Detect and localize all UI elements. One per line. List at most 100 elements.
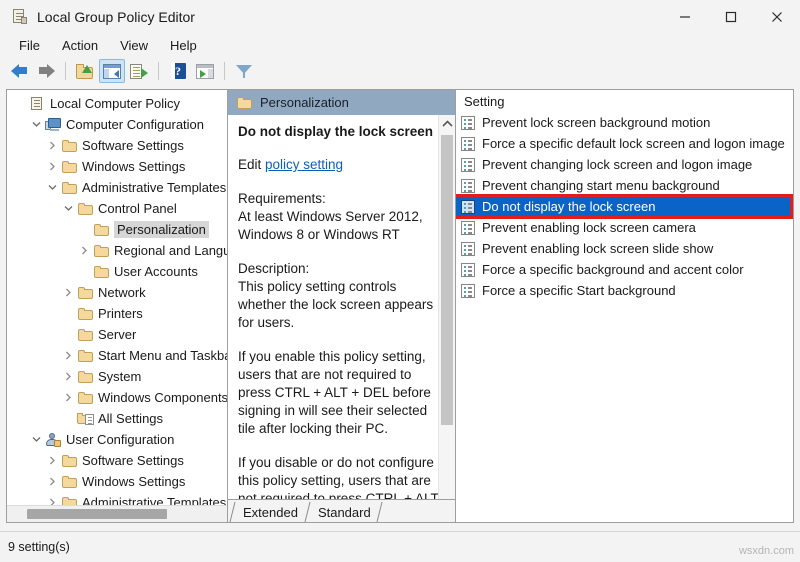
setting-row[interactable]: Prevent lock screen background motion: [456, 112, 793, 133]
tab-standard[interactable]: Standard: [306, 502, 380, 522]
forward-button[interactable]: [33, 59, 59, 83]
folder-icon: [60, 454, 78, 467]
menu-view[interactable]: View: [109, 36, 159, 55]
chevron-up-icon[interactable]: [439, 115, 455, 133]
show-hide-action-pane-button[interactable]: [192, 59, 218, 83]
tree-item-windows-components[interactable]: Windows Components: [7, 387, 227, 408]
setting-row-label: Prevent enabling lock screen camera: [482, 220, 696, 235]
tree-item-system[interactable]: System: [7, 366, 227, 387]
tree-item-computer-configuration[interactable]: Computer Configuration: [7, 114, 227, 135]
window-controls: [662, 0, 800, 33]
menu-file[interactable]: File: [8, 36, 51, 55]
tree-item-personalization[interactable]: Personalization: [7, 219, 227, 240]
tree-item-start-menu-and-taskbar[interactable]: Start Menu and Taskbar: [7, 345, 227, 366]
chevron-right-icon[interactable]: [45, 471, 60, 492]
chevron-down-icon[interactable]: [29, 429, 44, 450]
chevron-right-icon[interactable]: [61, 345, 76, 366]
setting-row[interactable]: Prevent changing start menu background: [456, 175, 793, 196]
chevron-down-icon[interactable]: [61, 198, 76, 219]
tree-item-network[interactable]: Network: [7, 282, 227, 303]
filter-button[interactable]: [231, 59, 257, 83]
settings-rows: Prevent lock screen background motion For…: [456, 112, 793, 301]
tree-item-all-settings[interactable]: All Settings: [7, 408, 227, 429]
chevron-down-icon[interactable]: [29, 114, 44, 135]
policy-setting-link[interactable]: policy setting: [265, 157, 343, 172]
setting-row-label: Prevent lock screen background motion: [482, 115, 711, 130]
scrollbar-thumb[interactable]: [441, 135, 453, 425]
requirements-label: Requirements:: [238, 191, 326, 206]
chevron-right-icon[interactable]: [61, 387, 76, 408]
menu-help[interactable]: Help: [159, 36, 208, 55]
folder-icon: [76, 286, 94, 299]
policy-setting-icon: [461, 241, 475, 256]
policy-document-icon: [11, 8, 28, 25]
chevron-right-icon[interactable]: [61, 282, 76, 303]
show-hide-console-tree-button[interactable]: [99, 59, 125, 83]
tree-item-server[interactable]: Server: [7, 324, 227, 345]
description-paragraph-1: This policy setting controls whether the…: [238, 279, 434, 330]
tree-item-software-settings[interactable]: Software Settings: [7, 135, 227, 156]
back-button[interactable]: [6, 59, 32, 83]
tree-item-windows-settings[interactable]: Windows Settings: [7, 471, 227, 492]
chevron-right-icon[interactable]: [61, 366, 76, 387]
tree-item-label: Regional and Language: [114, 243, 227, 258]
setting-row[interactable]: Prevent changing lock screen and logon i…: [456, 154, 793, 175]
tree-item-windows-settings[interactable]: Windows Settings: [7, 156, 227, 177]
tree-horizontal-scrollbar[interactable]: [7, 505, 227, 522]
tree-item-control-panel[interactable]: Control Panel: [7, 198, 227, 219]
tree-item-local-computer-policy[interactable]: Local Computer Policy: [7, 93, 227, 114]
tree-item-label: System: [98, 369, 142, 384]
requirements-text: At least Windows Server 2012, Windows 8 …: [238, 209, 423, 242]
computer-icon: [44, 118, 62, 131]
status-bar: 9 setting(s): [0, 531, 800, 562]
setting-row[interactable]: Force a specific default lock screen and…: [456, 133, 793, 154]
setting-row-label: Do not display the lock screen: [482, 199, 656, 214]
tab-extended[interactable]: Extended: [232, 502, 307, 522]
detail-vertical-scrollbar[interactable]: [438, 115, 455, 522]
up-one-level-button[interactable]: [72, 59, 98, 83]
chevron-right-icon[interactable]: [45, 156, 60, 177]
tree-item-administrative-templates[interactable]: Administrative Templates: [7, 492, 227, 505]
tree-item-regional-and-language[interactable]: Regional and Language: [7, 240, 227, 261]
tree-list: Local Computer Policy Computer Configurat…: [7, 90, 227, 505]
folder-icon: [76, 349, 94, 362]
folder-icon: [76, 370, 94, 383]
folder-icon: [60, 181, 78, 194]
tree-item-user-configuration[interactable]: User Configuration: [7, 429, 227, 450]
setting-row[interactable]: Prevent enabling lock screen camera: [456, 217, 793, 238]
chevron-down-icon[interactable]: [45, 177, 60, 198]
tree-item-software-settings[interactable]: Software Settings: [7, 450, 227, 471]
export-list-button[interactable]: [126, 59, 152, 83]
maximize-button[interactable]: [708, 0, 754, 33]
toolbar-separator: [65, 62, 66, 80]
tree-item-label: Network: [98, 285, 146, 300]
tree-item-administrative-templates[interactable]: Administrative Templates: [7, 177, 227, 198]
setting-row[interactable]: Do not display the lock screen: [456, 194, 793, 219]
folder-icon: [92, 244, 110, 257]
setting-row[interactable]: Force a specific background and accent c…: [456, 259, 793, 280]
arrow-left-icon: [10, 64, 28, 78]
chevron-right-icon[interactable]: [45, 492, 60, 505]
setting-row[interactable]: Prevent enabling lock screen slide show: [456, 238, 793, 259]
tree-item-label: Software Settings: [82, 453, 184, 468]
setting-row[interactable]: Force a specific Start background: [456, 280, 793, 301]
tree-item-user-accounts[interactable]: User Accounts: [7, 261, 227, 282]
policy-setting-icon: [461, 199, 475, 214]
help-button[interactable]: ?: [165, 59, 191, 83]
chevron-right-icon[interactable]: [45, 135, 60, 156]
title-bar: Local Group Policy Editor: [0, 0, 800, 33]
close-button[interactable]: [754, 0, 800, 33]
edit-policy-setting-line: Edit policy setting: [238, 156, 443, 174]
help-question-icon: ?: [170, 63, 186, 79]
menu-action[interactable]: Action: [51, 36, 109, 55]
minimize-button[interactable]: [662, 0, 708, 33]
tree-item-printers[interactable]: Printers: [7, 303, 227, 324]
scrollbar-thumb[interactable]: [27, 509, 167, 519]
tree-item-label: Windows Settings: [82, 159, 186, 174]
chevron-right-icon[interactable]: [77, 240, 92, 261]
column-header-setting[interactable]: Setting: [456, 90, 793, 112]
chevron-right-icon[interactable]: [45, 450, 60, 471]
